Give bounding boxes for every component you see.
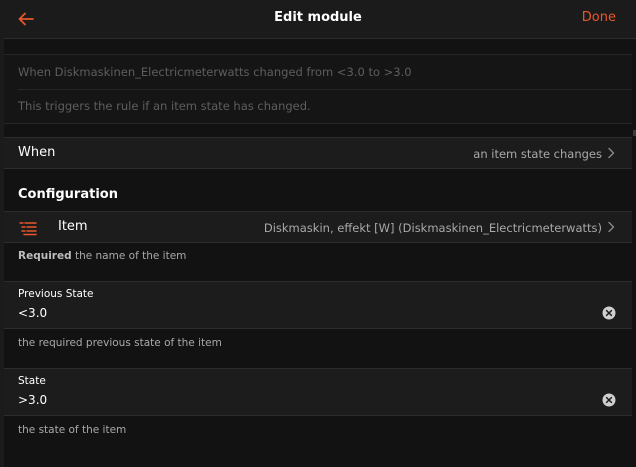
state-field: State: [4, 368, 632, 416]
module-explanation: This triggers the rule if an item state …: [18, 99, 311, 113]
clear-icon[interactable]: [602, 393, 616, 407]
item-selector-row[interactable]: Item Diskmaskin, effekt [W] (Diskmaskine…: [4, 211, 632, 243]
module-description: When Diskmaskinen_Electricmeterwatts cha…: [4, 54, 632, 124]
chevron-right-icon: [608, 147, 615, 159]
previous-state-input[interactable]: [18, 304, 578, 322]
configuration-heading: Configuration: [18, 187, 118, 202]
module-summary: When Diskmaskinen_Electricmeterwatts cha…: [18, 65, 412, 79]
clear-icon[interactable]: [602, 306, 616, 320]
item-helper-description: the name of the item: [71, 250, 187, 262]
state-input[interactable]: [18, 391, 578, 409]
item-value: Diskmaskin, effekt [W] (Diskmaskinen_Ele…: [263, 221, 602, 235]
state-label: State: [18, 375, 46, 387]
state-helper: the state of the item: [18, 424, 127, 436]
item-helper-text: Required the name of the item: [18, 250, 186, 262]
done-button[interactable]: Done: [582, 10, 616, 25]
edit-module-screen: Edit module Done When Diskmaskinen_Elect…: [0, 0, 636, 467]
item-label: Item: [58, 219, 88, 234]
page-title: Edit module: [274, 10, 362, 25]
when-value: an item state changes: [473, 147, 602, 161]
divider: [18, 89, 632, 90]
chevron-right-icon: [608, 221, 615, 233]
when-label: When: [18, 145, 56, 160]
previous-state-field: Previous State: [4, 281, 632, 329]
previous-state-label: Previous State: [18, 288, 94, 300]
navigation-bar: Edit module Done: [0, 0, 636, 39]
previous-state-helper: the required previous state of the item: [18, 337, 222, 349]
when-trigger-row[interactable]: When an item state changes: [4, 137, 632, 169]
list-icon: [19, 222, 37, 236]
required-label: Required: [18, 250, 72, 262]
